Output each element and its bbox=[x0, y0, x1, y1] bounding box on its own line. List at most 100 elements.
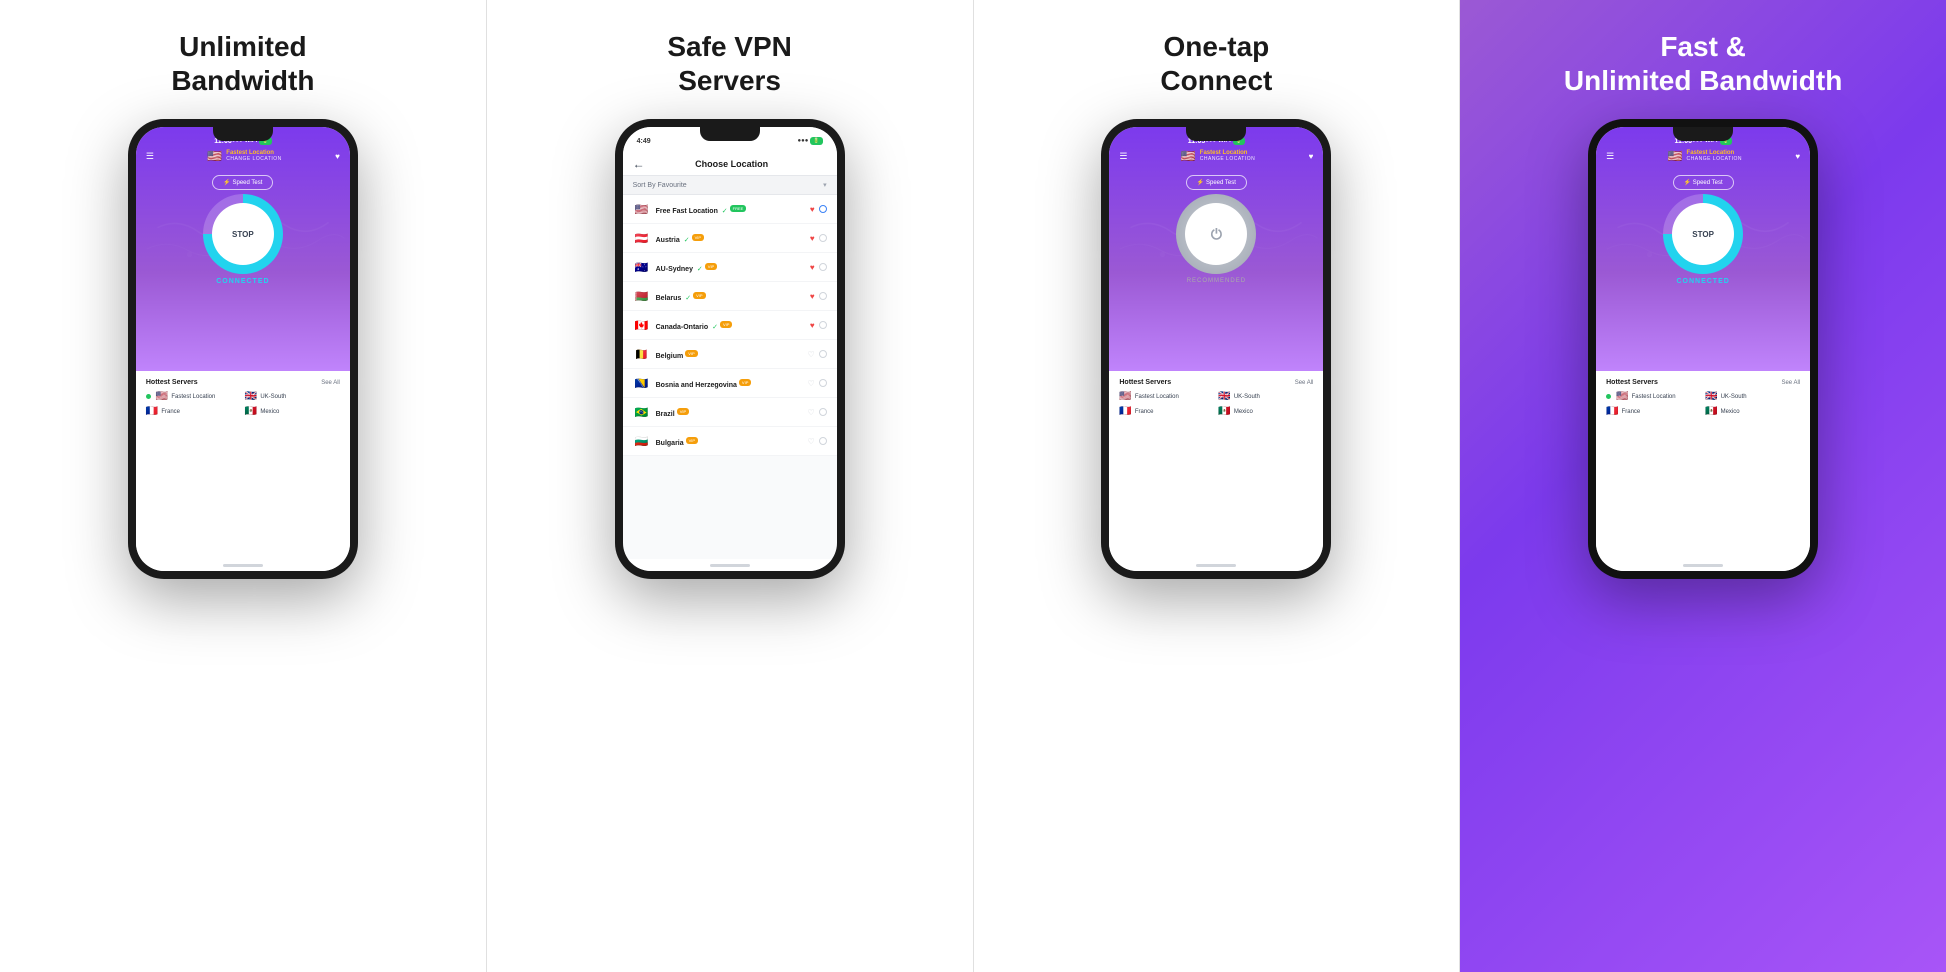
back-button[interactable]: ← bbox=[633, 157, 645, 171]
server-name-label: UK-South bbox=[1721, 394, 1747, 400]
location-list-item[interactable]: 🇧🇷BrazilVIP♡ bbox=[623, 398, 837, 427]
server-item[interactable]: 🇬🇧UK-South bbox=[1218, 391, 1313, 402]
location-list-item[interactable]: 🇦🇺 AU-Sydney ✓VIP ♥ bbox=[623, 253, 837, 282]
location-radio-button[interactable] bbox=[819, 234, 827, 242]
server-flag-icon: 🇺🇸 bbox=[1616, 391, 1628, 402]
favorite-heart-icon[interactable]: ♥ bbox=[810, 321, 815, 330]
server-flag-icon: 🇺🇸 bbox=[156, 391, 168, 402]
server-item[interactable]: 🇲🇽Mexico bbox=[1218, 406, 1313, 417]
location-radio-button[interactable] bbox=[819, 321, 827, 329]
location-flag-icon: 🇦🇺 bbox=[633, 258, 651, 276]
location-list-item[interactable]: 🇦🇹Austria ✓VIP♥ bbox=[623, 224, 837, 253]
see-all-link[interactable]: See All bbox=[1781, 380, 1800, 386]
location-name: Bosnia and Herzegovina bbox=[656, 382, 737, 389]
server-item[interactable]: 🇫🇷France bbox=[146, 406, 241, 417]
panel-title: Unlimited Bandwidth bbox=[171, 30, 314, 97]
favorite-heart-icon[interactable]: ♡ bbox=[807, 350, 814, 359]
location-badge: VIP bbox=[686, 437, 698, 444]
location-radio-button[interactable] bbox=[819, 350, 827, 358]
favorite-heart-icon[interactable]: ♥ bbox=[810, 234, 815, 243]
location-flag-icon: 🇺🇸 bbox=[633, 200, 651, 218]
location-flag-icon: 🇧🇦 bbox=[633, 374, 651, 392]
phone-3: 11:05 ●●● WiFi 🔋 ☰ 🇺🇸 Fastest Location C… bbox=[1101, 119, 1331, 579]
us-flag-icon: 🇺🇸 bbox=[207, 149, 222, 163]
location-radio-button[interactable] bbox=[819, 437, 827, 445]
speed-test-button[interactable]: ⚡ Speed Test bbox=[212, 175, 273, 190]
stop-button[interactable]: STOP bbox=[1672, 203, 1734, 265]
server-flag-icon: 🇫🇷 bbox=[1119, 406, 1131, 417]
server-item[interactable]: 🇫🇷 France bbox=[1119, 406, 1214, 417]
server-flag-icon: 🇬🇧 bbox=[1218, 391, 1230, 402]
server-item[interactable]: 🇬🇧UK-South bbox=[245, 391, 340, 402]
menu-icon[interactable]: ☰ bbox=[146, 151, 154, 162]
heart-nav-icon: ♥ bbox=[1309, 152, 1314, 161]
location-name: Austria bbox=[656, 237, 680, 244]
location-list-item[interactable]: 🇺🇸 Free Fast Location ✓FREE ♥ bbox=[623, 195, 837, 224]
menu-icon[interactable]: ☰ bbox=[1606, 151, 1614, 162]
location-radio-button[interactable] bbox=[819, 205, 827, 213]
favorite-heart-icon[interactable]: ♡ bbox=[807, 408, 814, 417]
location-radio-button[interactable] bbox=[819, 292, 827, 300]
change-location-label[interactable]: CHANGE LOCATION bbox=[226, 156, 281, 162]
server-name-label: France bbox=[161, 409, 180, 415]
sort-chevron-icon[interactable]: ▾ bbox=[823, 181, 827, 189]
location-check-icon: ✓ bbox=[682, 237, 690, 244]
location-radio-button[interactable] bbox=[819, 263, 827, 271]
location-list-item[interactable]: 🇨🇦Canada-Ontario ✓VIP♥ bbox=[623, 311, 837, 340]
server-flag-icon: 🇬🇧 bbox=[245, 391, 257, 402]
location-name: Free Fast Location bbox=[656, 208, 718, 215]
location-badge: FREE bbox=[730, 205, 747, 212]
server-flag-icon: 🇲🇽 bbox=[245, 406, 257, 417]
home-indicator bbox=[1196, 564, 1236, 567]
server-name-label: Fastest Location bbox=[1632, 394, 1676, 400]
server-flag-icon: 🇬🇧 bbox=[1705, 391, 1717, 402]
hottest-servers-title: Hottest Servers bbox=[1606, 379, 1658, 386]
server-name-label: Fastest Location bbox=[171, 394, 215, 400]
home-indicator bbox=[223, 564, 263, 567]
favorite-heart-icon[interactable]: ♥ bbox=[810, 263, 815, 272]
panel-title: One-tap Connect bbox=[1160, 30, 1272, 97]
connect-button[interactable]: ⏻ bbox=[1185, 203, 1247, 265]
server-item[interactable]: 🇺🇸Fastest Location bbox=[146, 391, 241, 402]
server-item[interactable]: 🇺🇸 Fastest Location bbox=[1606, 391, 1701, 402]
location-badge: VIP bbox=[705, 263, 717, 270]
location-list-item[interactable]: 🇧🇬BulgariaVIP♡ bbox=[623, 427, 837, 456]
server-name-label: France bbox=[1135, 409, 1154, 415]
server-item[interactable]: 🇬🇧 UK-South bbox=[1705, 391, 1800, 402]
feature-panel-1: Unlimited Bandwidth 11:06 ●●● WiFi 🔋 ☰ 🇺… bbox=[0, 0, 487, 972]
change-location-label[interactable]: CHANGE LOCATION bbox=[1200, 156, 1255, 162]
change-location-label[interactable]: CHANGE LOCATION bbox=[1687, 156, 1742, 162]
see-all-link[interactable]: See All bbox=[1295, 380, 1314, 386]
server-item[interactable]: 🇫🇷France bbox=[1606, 406, 1701, 417]
heart-nav-icon: ♥ bbox=[1795, 152, 1800, 161]
location-badge: VIP bbox=[720, 321, 732, 328]
server-item[interactable]: 🇲🇽Mexico bbox=[245, 406, 340, 417]
speed-test-button[interactable]: ⚡ Speed Test bbox=[1186, 175, 1247, 190]
location-check-icon: ✓ bbox=[720, 208, 728, 215]
location-name: Brazil bbox=[656, 411, 675, 418]
location-radio-button[interactable] bbox=[819, 379, 827, 387]
server-name-label: Fastest Location bbox=[1135, 394, 1179, 400]
location-list-item[interactable]: 🇧🇾Belarus ✓VIP♥ bbox=[623, 282, 837, 311]
favorite-heart-icon[interactable]: ♥ bbox=[810, 292, 815, 301]
location-list-item[interactable]: 🇧🇦Bosnia and HerzegovinaVIP♡ bbox=[623, 369, 837, 398]
location-list-item[interactable]: 🇧🇪BelgiumVIP♡ bbox=[623, 340, 837, 369]
server-item[interactable]: 🇲🇽Mexico bbox=[1705, 406, 1800, 417]
phone-2: 4:49 ●●● 🔋 ← Choose Location Sort By Fav… bbox=[615, 119, 845, 579]
phone-1: 11:06 ●●● WiFi 🔋 ☰ 🇺🇸 Fastest Location C… bbox=[128, 119, 358, 579]
location-name: AU-Sydney bbox=[656, 266, 693, 273]
speed-test-button[interactable]: ⚡ Speed Test bbox=[1673, 175, 1734, 190]
location-flag-icon: 🇧🇷 bbox=[633, 403, 651, 421]
stop-button[interactable]: STOP bbox=[212, 203, 274, 265]
server-item[interactable]: 🇺🇸Fastest Location bbox=[1119, 391, 1214, 402]
hottest-servers-title: Hottest Servers bbox=[1119, 379, 1171, 386]
see-all-link[interactable]: See All bbox=[321, 380, 340, 386]
location-name: Belgium bbox=[656, 353, 684, 360]
location-radio-button[interactable] bbox=[819, 408, 827, 416]
favorite-heart-icon[interactable]: ♡ bbox=[807, 379, 814, 388]
menu-icon[interactable]: ☰ bbox=[1119, 151, 1127, 162]
location-check-icon: ✓ bbox=[695, 266, 703, 273]
location-flag-icon: 🇦🇹 bbox=[633, 229, 651, 247]
favorite-heart-icon[interactable]: ♡ bbox=[807, 437, 814, 446]
favorite-heart-icon[interactable]: ♥ bbox=[810, 205, 815, 214]
